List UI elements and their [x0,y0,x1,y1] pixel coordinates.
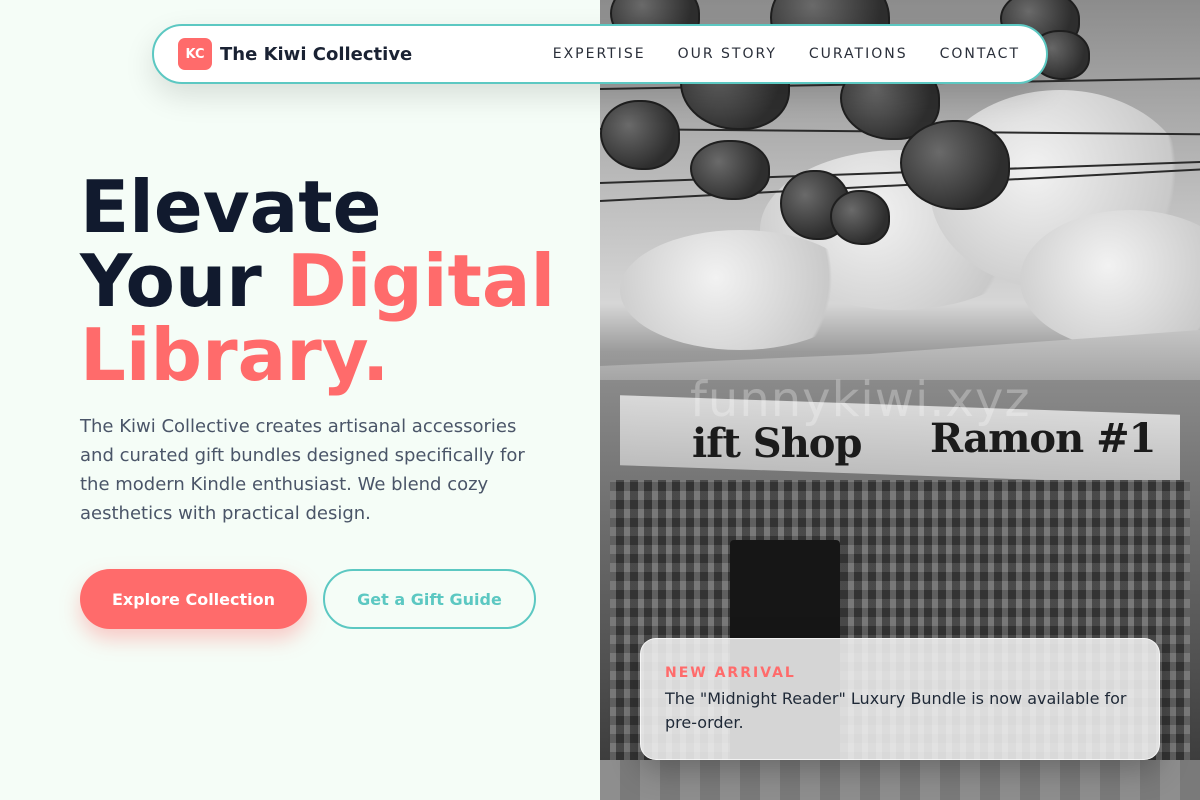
announcement-text: The "Midnight Reader" Luxury Bundle is n… [665,689,1127,732]
announcement-card[interactable]: NEW ARRIVAL The "Midnight Reader" Luxury… [640,638,1160,760]
brand-name[interactable]: The Kiwi Collective [220,44,412,65]
headline-line-1: Elevate [80,165,382,249]
nav-links: EXPERTISE OUR STORY CURATIONS CONTACT [553,46,1020,62]
hero-headline: Elevate Your Digital Library. [80,170,580,392]
nav-link-our-story[interactable]: OUR STORY [678,46,777,62]
headline-accent-digital: Digital [286,239,556,323]
announcement-tag: NEW ARRIVAL [665,665,796,681]
watermark: funnykiwi.xyz [690,372,1031,428]
gift-guide-button[interactable]: Get a Gift Guide [323,569,536,629]
headline-line-2: Your [80,239,262,323]
explore-collection-button[interactable]: Explore Collection [80,569,307,629]
headline-accent-library: Library. [80,313,390,397]
hero-description: The Kiwi Collective creates artisanal ac… [80,416,525,524]
logo-badge[interactable]: KC [178,38,212,70]
top-navigation: KC The Kiwi Collective EXPERTISE OUR STO… [152,24,1048,84]
nav-link-curations[interactable]: CURATIONS [809,46,908,62]
nav-link-contact[interactable]: CONTACT [940,46,1020,62]
nav-link-expertise[interactable]: EXPERTISE [553,46,646,62]
